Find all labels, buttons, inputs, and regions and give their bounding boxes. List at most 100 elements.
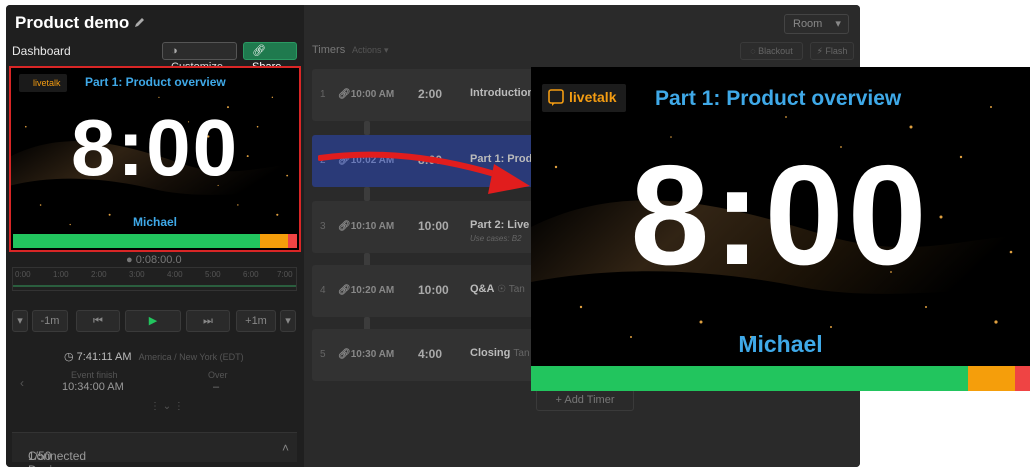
play-button[interactable]: ▶	[125, 310, 181, 332]
minus-one-minute-button[interactable]: -1m	[32, 310, 68, 332]
row-connector	[364, 121, 370, 135]
progress-bar	[531, 366, 1030, 391]
timer-duration: 2:00	[418, 87, 443, 101]
fullscreen-timer-display: livetalk Part 1: Product overview 8:00 M…	[531, 67, 1030, 391]
connected-devices-panel[interactable]: Connected Devices 1/50 ˄	[12, 432, 297, 467]
timeline-scrubber[interactable]: 0:00 1:00 2:00 3:00 4:00 5:00 6:00 7:00	[12, 267, 297, 291]
timer-start: 🔗︎10:10 AM	[338, 221, 394, 232]
timer-row[interactable]: 3 🔗︎10:10 AM 10:00 Part 2: Live Use case…	[312, 201, 542, 253]
event-finish-value: 10:34:00 AM	[62, 381, 124, 393]
blackout-label: Blackout	[758, 46, 793, 56]
timer-number: 3	[320, 221, 326, 232]
timeline-tick: 4:00	[167, 270, 183, 279]
timer-number: 5	[320, 349, 326, 360]
countdown-time: 8:00	[70, 103, 240, 192]
link-icon: 🔗︎	[338, 285, 351, 296]
timer-row[interactable]: 4 🔗︎10:20 AM 10:00 Q&A ☉ Tan	[312, 265, 542, 317]
chevron-down-icon: ▾	[17, 315, 23, 327]
link-icon: 🔗︎	[338, 349, 351, 360]
speaker-name: Michael	[738, 331, 823, 357]
timeline-progress	[13, 285, 296, 287]
timer-start-value: 10:30 AM	[350, 349, 395, 360]
share-button[interactable]: 🔗︎ Share	[243, 42, 297, 73]
timeline-tick: 2:00	[91, 270, 107, 279]
previous-button[interactable]: ⏮︎	[76, 310, 120, 332]
livetalk-logo: livetalk	[542, 84, 626, 112]
minus-dropdown[interactable]: ▾	[12, 310, 28, 332]
chevron-up-icon[interactable]: ˄	[282, 441, 289, 455]
page-title: Product demo	[15, 13, 130, 32]
timer-preview[interactable]: livetalk Part 1: Product overview 8:00 M…	[9, 66, 301, 252]
current-time: ◷ 7:41:11 AM America / New York (EDT)	[64, 350, 244, 363]
flash-icon: ⚡︎	[816, 46, 823, 56]
over-value: –	[213, 381, 220, 393]
timer-start-value: 10:20 AM	[350, 285, 395, 296]
logo-text: livetalk	[33, 78, 61, 88]
livetalk-logo: livetalk	[19, 74, 67, 92]
timer-row[interactable]: 1 🔗︎10:00 AM 2:00 Introduction	[312, 69, 542, 121]
room-label: Room	[793, 18, 823, 30]
flash-label: Flash	[825, 46, 848, 56]
timer-number: 1	[320, 89, 326, 100]
timer-duration: 4:00	[418, 347, 443, 361]
segment-title: Part 1: Product overview	[85, 75, 226, 89]
add-timer-button[interactable]: + Add Timer	[536, 389, 634, 411]
customize-button[interactable]: ◑ Customize	[162, 42, 237, 73]
timeline-tick: 1:00	[53, 270, 69, 279]
chevron-down-icon: ▾	[384, 45, 389, 55]
progress-green	[13, 234, 261, 248]
progress-orange	[260, 234, 289, 248]
timer-name: Closing Tan	[470, 347, 530, 359]
timer-row[interactable]: 5 🔗︎10:30 AM 4:00 Closing Tan	[312, 329, 542, 381]
timer-speaker: ☉ Tan	[497, 284, 525, 295]
timer-start-value: 10:10 AM	[350, 221, 395, 232]
timer-duration: 10:00	[418, 283, 449, 297]
timer-start: 🔗︎10:20 AM	[338, 285, 394, 296]
timer-name: Q&A ☉ Tan	[470, 283, 525, 295]
actions-menu[interactable]: Actions ▾	[352, 45, 389, 56]
timer-speaker-name: Tan	[508, 284, 525, 295]
pencil-icon[interactable]	[134, 16, 146, 28]
chevron-down-icon: ▾	[835, 18, 841, 30]
plus-dropdown[interactable]: ▾	[280, 310, 296, 332]
timeline-tick: 7:00	[277, 270, 293, 279]
elapsed-value: 0:08:00.0	[135, 254, 182, 266]
expand-chevron-icon[interactable]: ⋮ ⌄ ⋮	[150, 401, 184, 412]
progress-bar	[13, 234, 297, 248]
flash-button[interactable]: ⚡︎ Flash	[810, 42, 854, 60]
timeline-tick: 3:00	[129, 270, 145, 279]
plus-one-minute-button[interactable]: +1m	[236, 310, 276, 332]
countdown-time: 8:00	[630, 136, 931, 295]
timer-duration: 10:00	[418, 219, 449, 233]
over-label: Over	[208, 370, 228, 380]
elapsed-time: ● 0:08:00.0	[126, 254, 182, 266]
link-icon: 🔗︎	[252, 45, 266, 57]
red-arrow-annotation	[318, 151, 530, 194]
room-dropdown[interactable]: Room ▾	[784, 14, 849, 34]
skip-back-icon: ⏮︎	[93, 315, 103, 327]
progress-green	[531, 366, 968, 391]
left-panel: Product demo Dashboard ◑ Customize 🔗︎ Sh…	[6, 5, 304, 467]
skip-forward-icon: ⏭︎	[203, 315, 213, 327]
timer-name-text: Closing	[470, 347, 511, 359]
logo-text: livetalk	[569, 89, 617, 105]
progress-orange	[967, 366, 1016, 391]
timer-start: 🔗︎10:00 AM	[338, 89, 394, 100]
timer-start: 🔗︎10:30 AM	[338, 349, 394, 360]
chat-bubble-icon	[548, 89, 564, 106]
chevron-left-icon[interactable]: ‹	[20, 376, 24, 390]
timeline-tick: 6:00	[243, 270, 259, 279]
timer-number: 4	[320, 285, 326, 296]
blackout-button[interactable]: ◌ Blackout	[740, 42, 803, 60]
timer-notes: Use cases: B2	[470, 234, 522, 243]
progress-red	[1015, 366, 1030, 391]
next-button[interactable]: ⏭︎	[186, 310, 230, 332]
palette-icon: ◑	[171, 45, 178, 57]
clock-small-icon: ●	[126, 254, 133, 266]
timer-name-text: Q&A	[470, 283, 495, 295]
event-finish-label: Event finish	[71, 370, 118, 380]
progress-red	[288, 234, 297, 248]
play-icon: ▶	[148, 315, 158, 327]
chevron-down-icon: ▾	[285, 315, 291, 327]
timer-start-value: 10:00 AM	[350, 89, 395, 100]
